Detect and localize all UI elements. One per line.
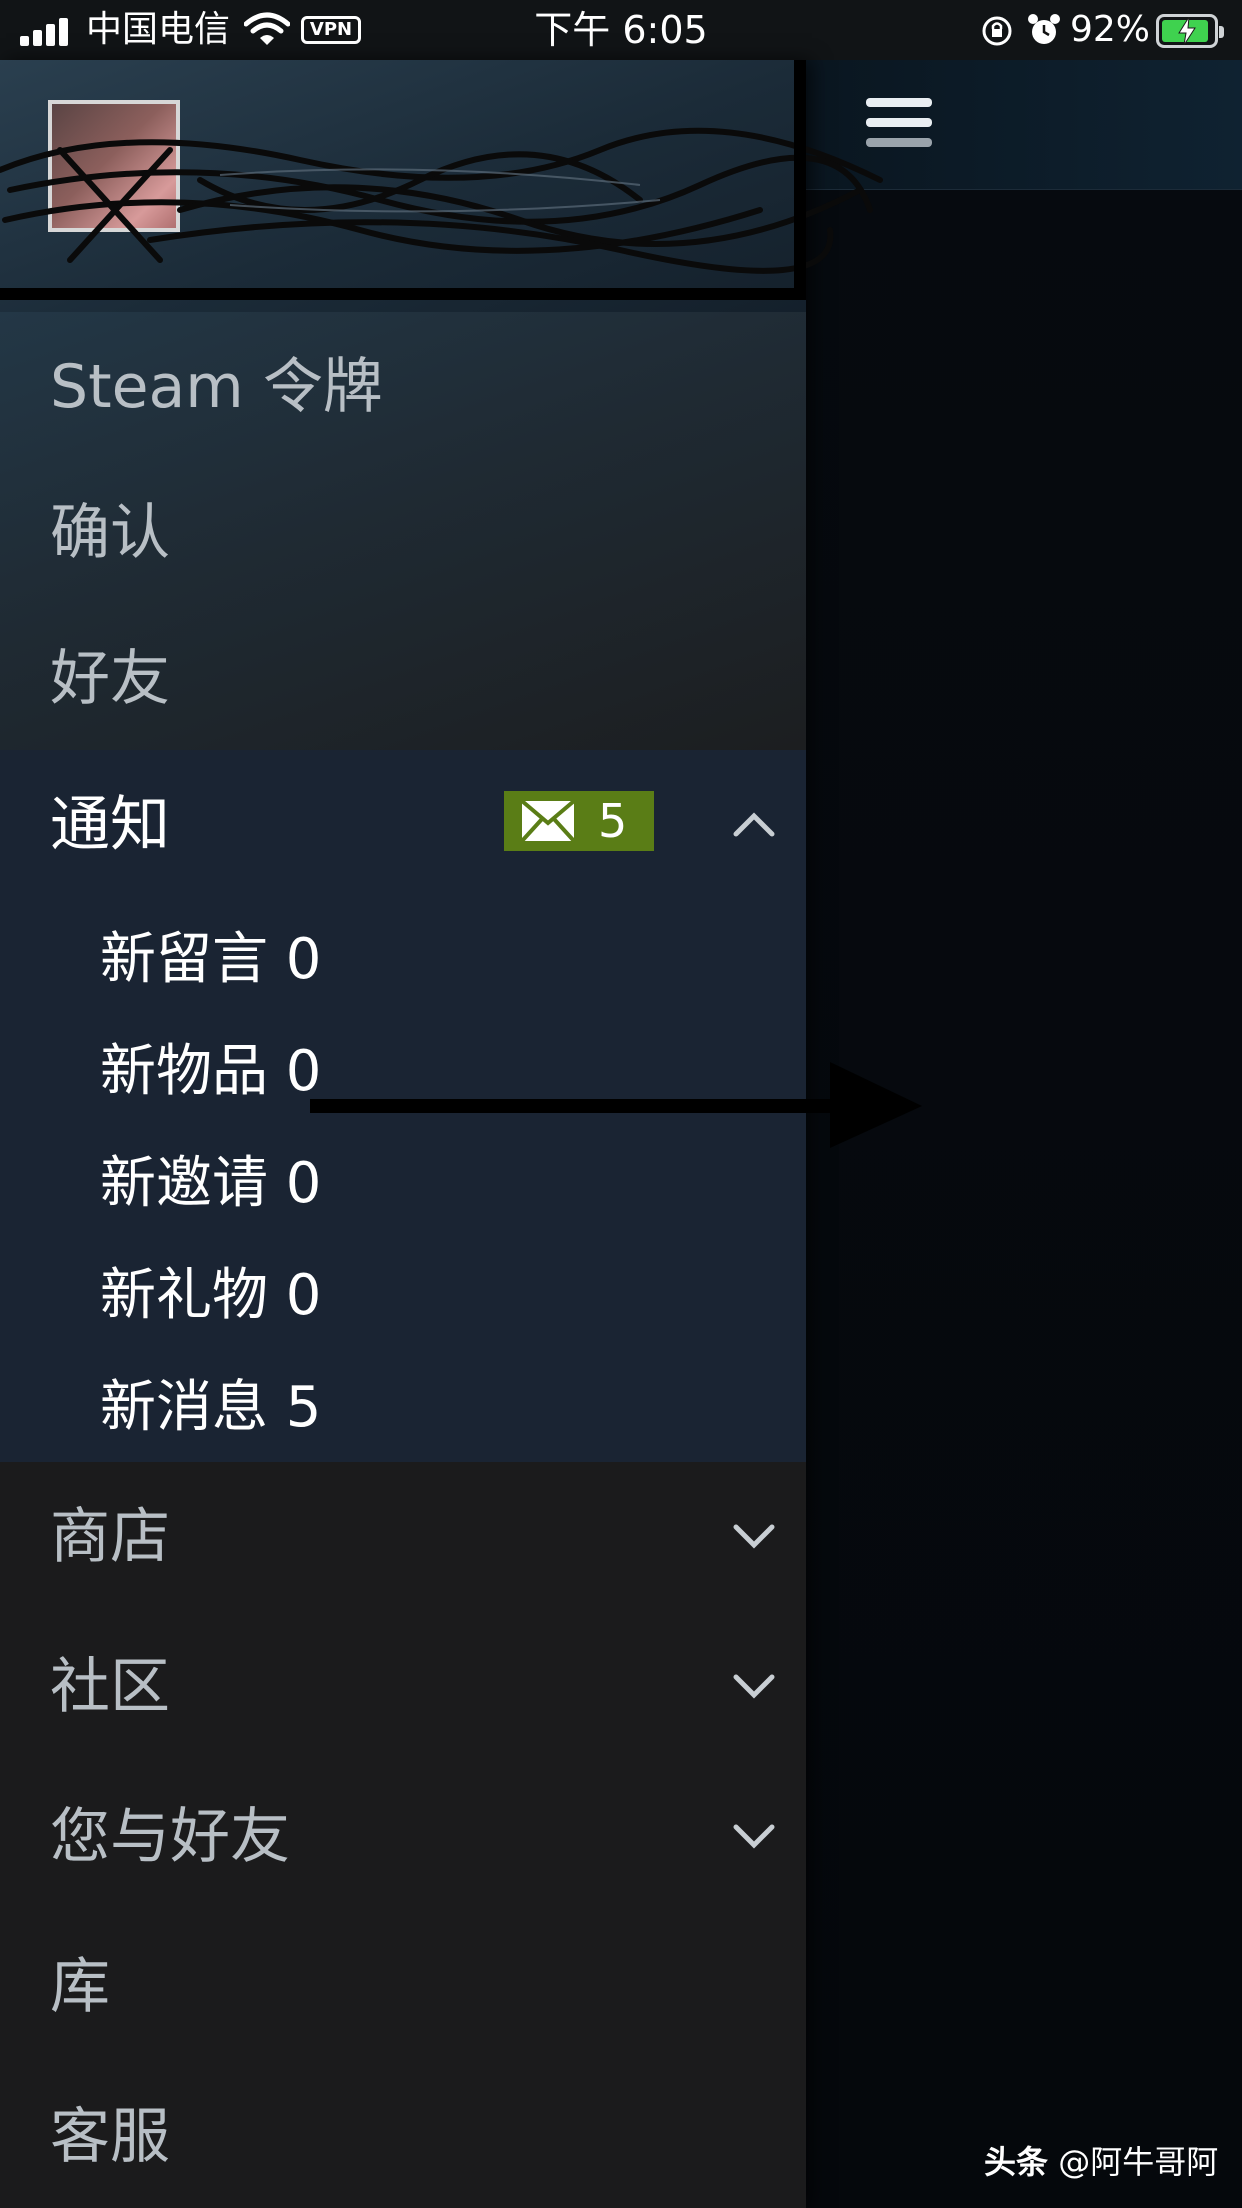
menu-item-label: 库 <box>50 1952 110 2022</box>
profile-header[interactable] <box>0 60 883 312</box>
menu-item-label: 确认 <box>50 498 170 568</box>
chevron-down-icon[interactable] <box>732 1823 776 1851</box>
notification-new-gifts[interactable]: 新礼物 0 <box>100 1241 321 1351</box>
envelope-icon <box>520 799 576 843</box>
alarm-icon <box>1028 14 1060 44</box>
menu-item-support[interactable]: 客服 <box>0 2062 806 2208</box>
menu-item-store[interactable]: 商店 <box>0 1462 806 1612</box>
notification-new-invites[interactable]: 新邀请 0 <box>100 1129 321 1239</box>
battery-charging-icon <box>1156 14 1224 48</box>
status-bar: 中国电信 VPN 下午 6:05 92% <box>0 0 1242 60</box>
screen: 中国电信 VPN 下午 6:05 92% Steam 令牌 确认 好友 通知 5… <box>0 0 1242 2208</box>
menu-item-library[interactable]: 库 <box>0 1912 806 2062</box>
menu-item-label: 好友 <box>50 644 170 714</box>
notification-count-badge: 5 <box>504 791 654 851</box>
menu-item-label: 客服 <box>50 2102 170 2172</box>
annotation-arrow-icon <box>310 1062 922 1148</box>
menu-item-label: Steam 令牌 <box>50 352 383 422</box>
menu-item-label: 商店 <box>50 1502 170 1572</box>
badge-count: 5 <box>598 794 628 848</box>
menu-top-group: Steam 令牌 确认 好友 <box>0 312 806 750</box>
menu-lower-group: 商店 社区 您与好友 库 客服 <box>0 1462 806 2208</box>
notification-new-messages[interactable]: 新消息 5 <box>100 1353 321 1463</box>
menu-item-label: 通知 <box>50 790 170 860</box>
rotation-lock-icon <box>982 16 1012 46</box>
chevron-up-icon[interactable] <box>732 810 776 838</box>
menu-item-notifications[interactable]: 通知 5 <box>0 750 806 900</box>
menu-item-friends[interactable]: 好友 <box>0 604 806 754</box>
menu-item-confirmations[interactable]: 确认 <box>0 458 806 608</box>
watermark-brand: 头条 <box>984 2143 1049 2181</box>
menu-item-steam-guard[interactable]: Steam 令牌 <box>0 312 806 462</box>
notification-new-comments[interactable]: 新留言 0 <box>100 905 321 1015</box>
menu-item-label: 社区 <box>50 1652 170 1722</box>
menu-item-you-and-friends[interactable]: 您与好友 <box>0 1762 806 1912</box>
chevron-down-icon[interactable] <box>732 1523 776 1551</box>
watermark-handle: @阿牛哥阿 <box>1058 2143 1219 2181</box>
chevron-down-icon[interactable] <box>732 1673 776 1701</box>
battery-percent: 92% <box>1070 9 1151 50</box>
notification-new-items[interactable]: 新物品 0 <box>100 1017 321 1127</box>
watermark: 头条 @阿牛哥阿 <box>984 2140 1218 2184</box>
menu-item-community[interactable]: 社区 <box>0 1612 806 1762</box>
profile-redaction-frame <box>0 60 806 300</box>
menu-item-label: 您与好友 <box>50 1802 290 1872</box>
